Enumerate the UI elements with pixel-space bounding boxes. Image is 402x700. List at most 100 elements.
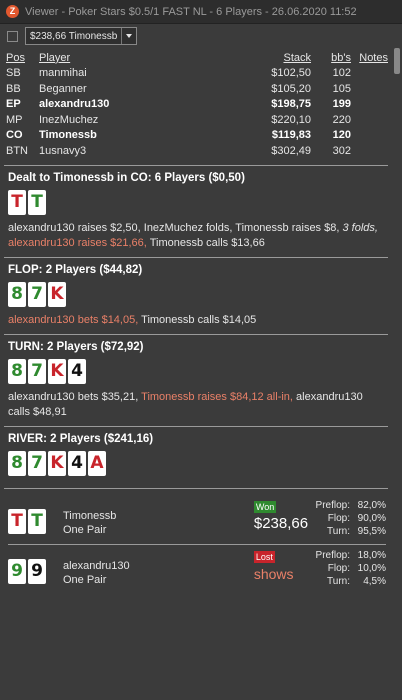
preflop-section: Dealt to Timonessb in CO: 6 Players ($0,… bbox=[4, 164, 388, 257]
row-pos: BB bbox=[6, 82, 21, 95]
playing-card-clubs: 8 bbox=[8, 281, 26, 307]
playing-card-hearts: A bbox=[88, 450, 106, 476]
playing-card-spades: 9 bbox=[28, 558, 46, 584]
row-pos: EP bbox=[6, 98, 21, 111]
row-bbs: 120 bbox=[332, 129, 351, 142]
playing-card-hearts: T bbox=[8, 508, 26, 534]
title-bar: Z Viewer - Poker Stars $0.5/1 FAST NL - … bbox=[0, 0, 402, 24]
row-stack: $302,49 bbox=[271, 144, 311, 157]
board-cards: 87K bbox=[8, 281, 386, 307]
hole-cards: TT bbox=[8, 189, 386, 215]
stat-value: 18,0% bbox=[357, 549, 386, 561]
row-bbs: 199 bbox=[332, 98, 351, 111]
stat-value: 90,0% bbox=[357, 512, 386, 524]
action-text: alexandru130 raises $21,66, bbox=[8, 236, 147, 249]
result-winner: TT Timonessb One Pair Won $238,66 Preflo… bbox=[8, 489, 386, 542]
table-row[interactable]: EP alexandru130 $198,75 199 bbox=[6, 97, 388, 113]
app-icon: Z bbox=[6, 5, 19, 18]
header-bbs[interactable]: bb's bbox=[311, 52, 351, 64]
row-player: 1usnavy3 bbox=[39, 144, 87, 157]
window-title: Viewer - Poker Stars $0.5/1 FAST NL - 6 … bbox=[25, 5, 357, 18]
stat-row: Flop: 90,0% bbox=[313, 512, 386, 525]
row-stack: $198,75 bbox=[271, 98, 311, 111]
result-player-info: Timonessb One Pair bbox=[63, 499, 254, 537]
scrollbar-thumb[interactable] bbox=[394, 48, 400, 74]
table-row[interactable]: BTN 1usnavy3 $302,49 302 bbox=[6, 143, 388, 159]
stat-label: Preflop: bbox=[315, 499, 350, 511]
equity-stats: Preflop: 82,0% Flop: 90,0% Turn: 95,5% bbox=[313, 499, 386, 538]
row-stack: $119,83 bbox=[271, 129, 311, 142]
row-bbs: 302 bbox=[332, 144, 351, 157]
action-text: alexandru130 bets $35,21, bbox=[8, 390, 139, 403]
row-pos: CO bbox=[6, 129, 23, 142]
stat-label: Preflop: bbox=[315, 549, 350, 561]
row-pos: BTN bbox=[6, 144, 28, 157]
row-player: InezMuchez bbox=[39, 113, 99, 126]
header-pos[interactable]: Pos bbox=[6, 52, 39, 64]
table-row[interactable]: SB manmihai $102,50 102 bbox=[6, 66, 388, 82]
action-text: alexandru130 bets $14,05, bbox=[8, 313, 139, 326]
stat-label: Turn: bbox=[327, 575, 350, 587]
stat-row: Flop: 10,0% bbox=[313, 562, 386, 575]
result-outcome: Lost shows bbox=[253, 549, 313, 582]
scrollbar-track[interactable] bbox=[392, 47, 402, 700]
row-stack: $105,20 bbox=[271, 82, 311, 95]
hand-select-dropdown[interactable]: $238,66 Timonessb bbox=[25, 27, 138, 45]
flop-section: FLOP: 2 Players ($44,82) 87K alexandru13… bbox=[4, 256, 388, 334]
stat-value: 82,0% bbox=[357, 499, 386, 511]
row-stack: $102,50 bbox=[271, 67, 311, 80]
row-player: manmihai bbox=[39, 67, 87, 80]
playing-card-hearts: T bbox=[8, 189, 26, 215]
header-notes[interactable]: Notes bbox=[351, 52, 388, 64]
stat-row: Preflop: 82,0% bbox=[313, 499, 386, 512]
table-row[interactable]: BB Beganner $105,20 105 bbox=[6, 81, 388, 97]
turn-section: TURN: 2 Players ($72,92) 87K4 alexandru1… bbox=[4, 333, 388, 426]
row-pos: SB bbox=[6, 67, 21, 80]
stat-label: Flop: bbox=[327, 562, 350, 574]
equity-stats: Preflop: 18,0% Flop: 10,0% Turn: 4,5% bbox=[313, 549, 386, 588]
row-bbs: 102 bbox=[332, 67, 351, 80]
action-text: alexandru130 raises $2,50, InezMuchez fo… bbox=[8, 221, 340, 234]
table-row[interactable]: CO Timonessb $119,83 120 bbox=[6, 128, 388, 144]
stat-row: Turn: 4,5% bbox=[313, 575, 386, 588]
playing-card-clubs: 7 bbox=[28, 281, 46, 307]
action-text: Timonessb calls $13,66 bbox=[149, 236, 265, 249]
flop-title: FLOP: 2 Players ($44,82) bbox=[8, 263, 143, 276]
playing-card-clubs: 8 bbox=[8, 450, 26, 476]
action-text: Timonessb calls $14,05 bbox=[141, 313, 257, 326]
result-player-name: alexandru130 bbox=[62, 559, 130, 572]
header-player[interactable]: Player bbox=[39, 52, 229, 64]
stat-value: 10,0% bbox=[357, 562, 386, 574]
playing-card-clubs: 7 bbox=[28, 358, 46, 384]
result-shows: shows bbox=[253, 565, 294, 582]
result-hand: One Pair bbox=[62, 573, 107, 586]
result-hand: One Pair bbox=[62, 523, 107, 536]
stat-label: Turn: bbox=[327, 525, 350, 537]
player-cards: 99 bbox=[8, 558, 55, 584]
result-player-name: Timonessb bbox=[62, 509, 117, 522]
playing-card-clubs: 8 bbox=[8, 358, 26, 384]
playing-card-hearts: K bbox=[48, 281, 66, 307]
stat-row: Turn: 95,5% bbox=[313, 525, 386, 538]
table-row[interactable]: MP InezMuchez $220,10 220 bbox=[6, 112, 388, 128]
stat-value: 4,5% bbox=[363, 575, 386, 587]
won-badge: Won bbox=[253, 500, 277, 513]
result-loser: 99 alexandru130 One Pair Lost shows Pref… bbox=[8, 543, 386, 592]
playing-card-hearts: K bbox=[48, 450, 66, 476]
row-player: Beganner bbox=[39, 82, 87, 95]
board-cards: 87K4 bbox=[8, 358, 386, 384]
row-pos: MP bbox=[6, 113, 23, 126]
flop-actions: alexandru130 bets $14,05, Timonessb call… bbox=[8, 313, 386, 328]
hand-select-value: $238,66 Timonessb bbox=[30, 30, 118, 42]
showdown-section: TT Timonessb One Pair Won $238,66 Preflo… bbox=[4, 487, 388, 598]
river-title: RIVER: 2 Players ($241,16) bbox=[8, 432, 154, 445]
header-stack[interactable]: Stack bbox=[229, 52, 311, 64]
select-checkbox[interactable] bbox=[7, 30, 18, 42]
player-cards: TT bbox=[8, 508, 55, 534]
players-table: Pos Player Stack bb's Notes SB manmihai … bbox=[6, 50, 388, 159]
chevron-down-icon[interactable] bbox=[121, 28, 136, 44]
board-cards: 87K4A bbox=[8, 450, 386, 476]
stat-row: Preflop: 18,0% bbox=[313, 549, 386, 562]
row-player: Timonessb bbox=[39, 129, 97, 142]
action-text: Timonessb raises $84,12 all-in, bbox=[141, 390, 293, 403]
